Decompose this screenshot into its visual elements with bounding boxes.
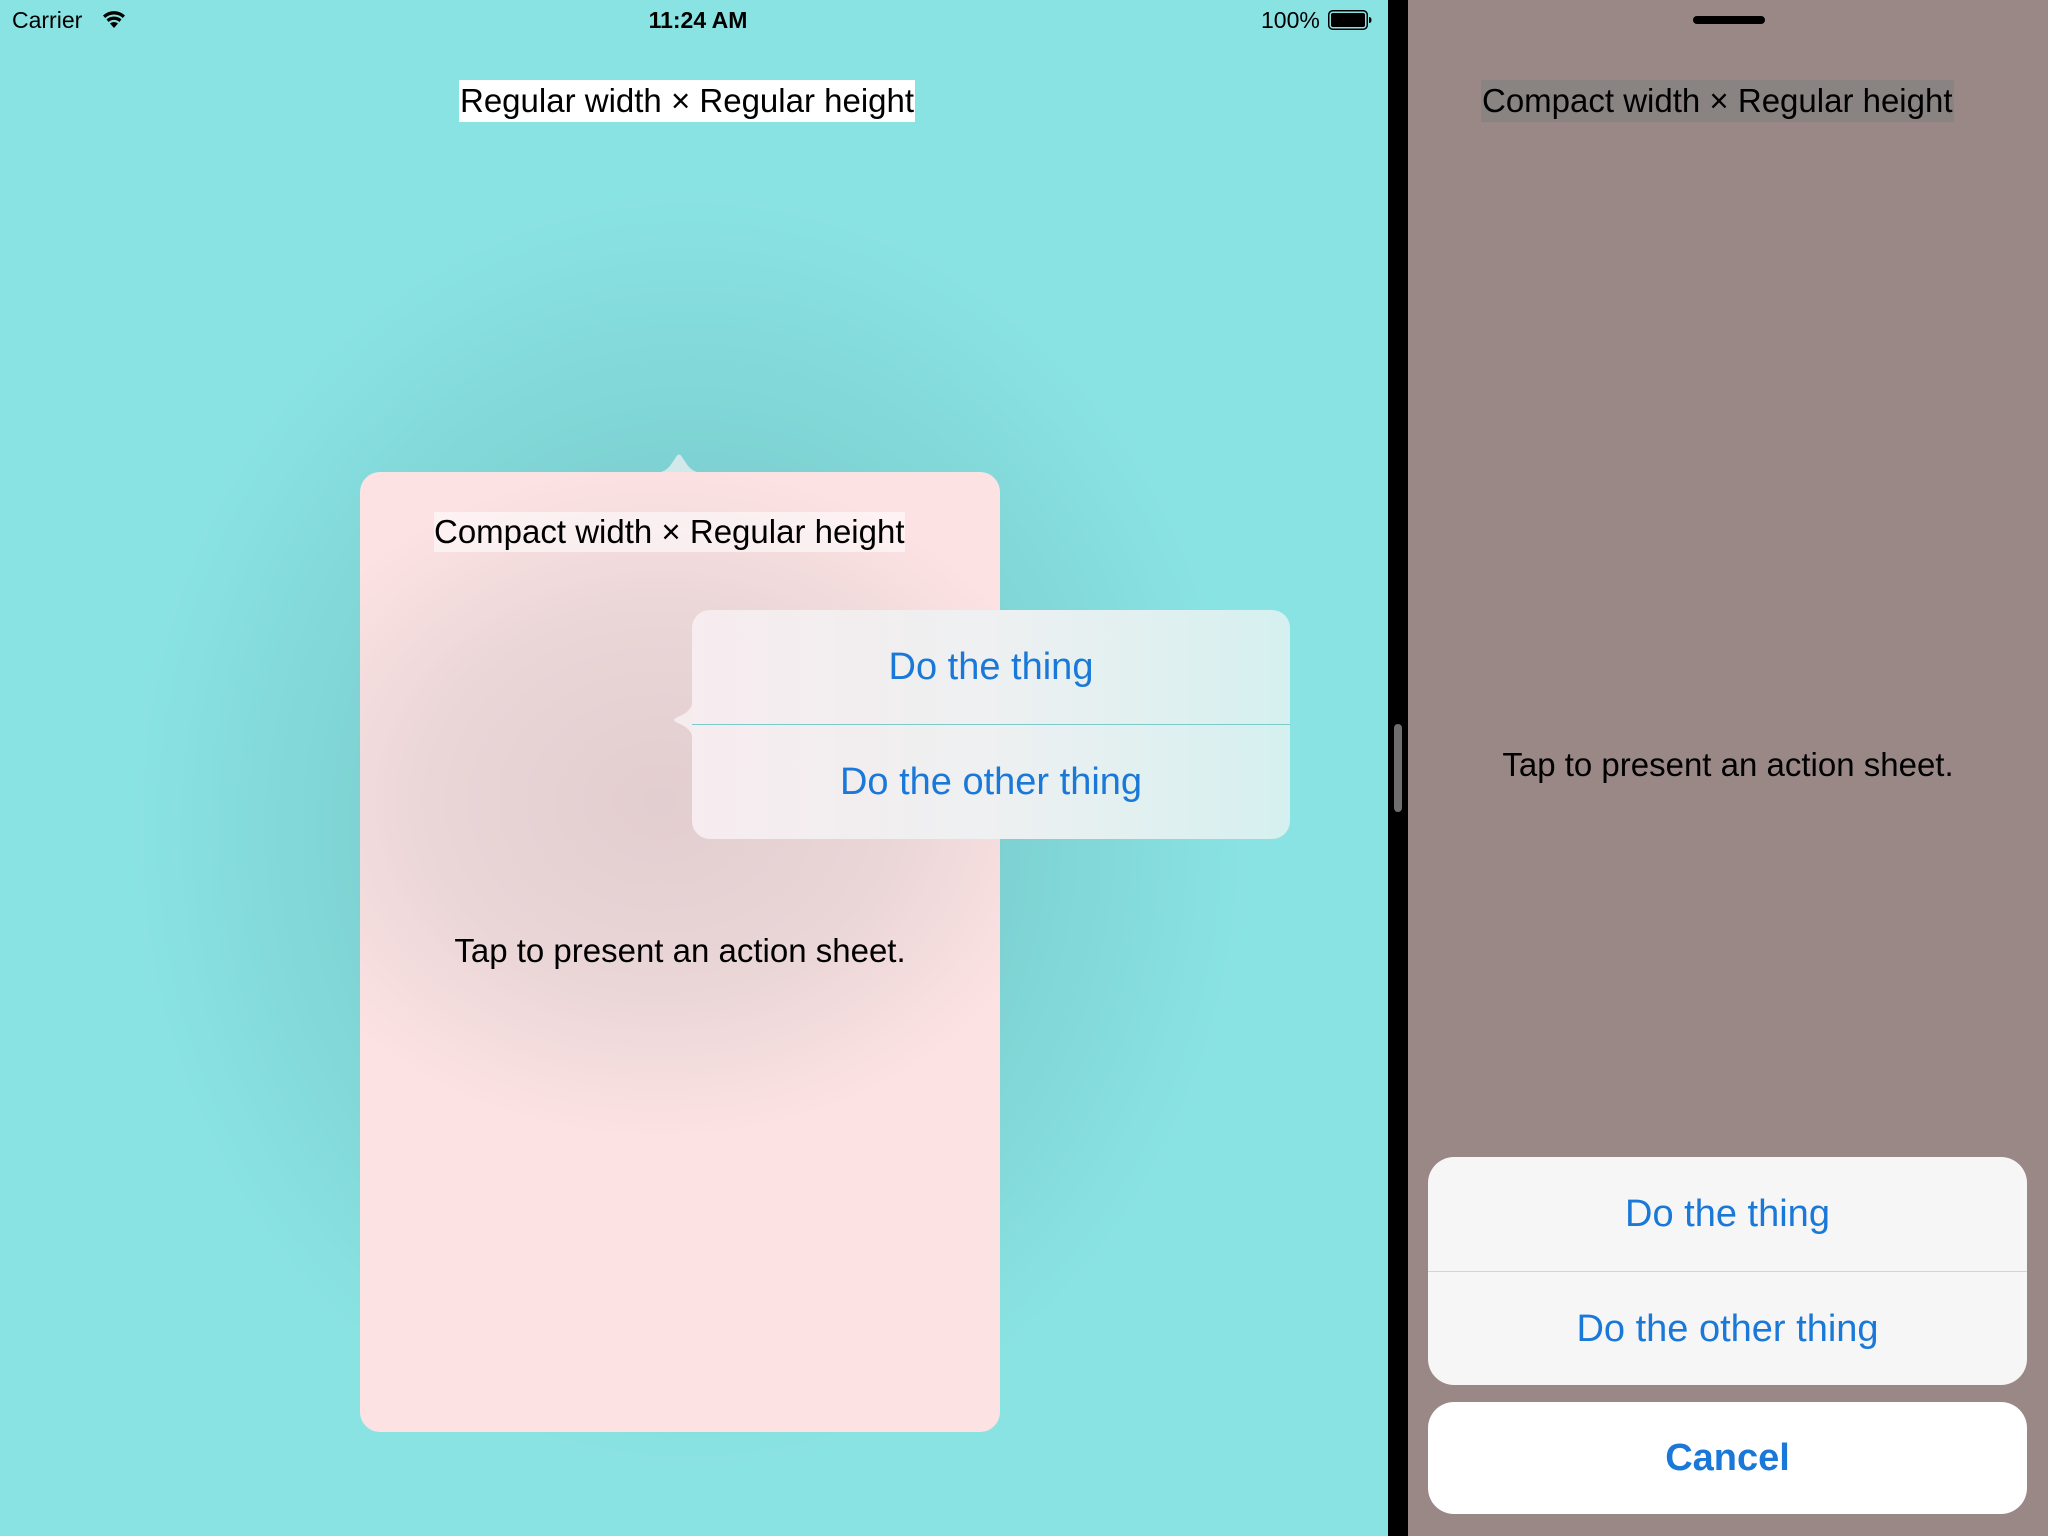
do-the-other-thing-button[interactable]: Do the other thing — [692, 725, 1290, 839]
do-the-thing-button[interactable]: Do the thing — [1428, 1157, 2027, 1271]
popover-arrow — [654, 454, 704, 473]
action-sheet-arrow — [674, 694, 694, 746]
do-the-thing-button[interactable]: Do the thing — [692, 610, 1290, 724]
left-app-pane: Carrier 11:24 AM 100% Regular width × Re… — [0, 0, 1388, 1536]
do-the-other-thing-button[interactable]: Do the other thing — [1428, 1272, 2027, 1385]
split-view-divider[interactable] — [1388, 0, 1408, 1536]
divider-handle[interactable] — [1394, 724, 1402, 812]
instruction-text[interactable]: Tap to present an action sheet. — [1408, 746, 2048, 784]
cancel-button[interactable]: Cancel — [1428, 1402, 2027, 1514]
status-bar: Carrier 11:24 AM 100% — [0, 0, 1388, 40]
battery-icon — [1328, 10, 1372, 30]
size-class-label: Compact width × Regular height — [1481, 80, 1954, 122]
right-app-pane: Compact width × Regular height Tap to pr… — [1408, 0, 2048, 1536]
popover-size-class-label: Compact width × Regular height — [434, 512, 905, 552]
popover-instruction-text[interactable]: Tap to present an action sheet. — [360, 932, 1000, 970]
size-class-label: Regular width × Regular height — [459, 80, 916, 122]
action-sheet: Do the thing Do the other thing — [1428, 1157, 2027, 1385]
battery-percentage: 100% — [1261, 7, 1320, 33]
clock: 11:24 AM — [648, 7, 748, 33]
slide-over-grabber[interactable] — [1693, 16, 1765, 24]
action-sheet-popover: Do the thing Do the other thing — [692, 610, 1290, 839]
